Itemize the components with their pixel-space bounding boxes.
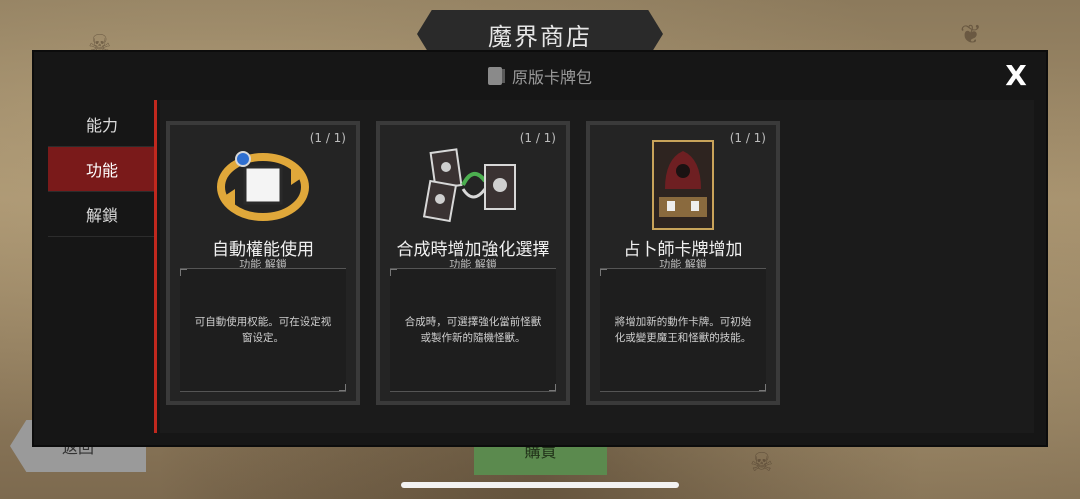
upgrade-card[interactable]: (1 / 1) 自動權能使用 功能 解鎖 可自動使用权能。可在设定视窗设定。 (166, 121, 360, 405)
card-pack-icon (487, 67, 505, 85)
close-button[interactable]: X (1002, 62, 1030, 90)
card-description: 將增加新的動作卡牌。可初始化或變更魔王和怪獸的技能。 (614, 316, 752, 344)
home-indicator[interactable] (401, 482, 679, 488)
card-description: 可自動使用权能。可在设定视窗设定。 (194, 316, 332, 344)
card-description-box: 將增加新的動作卡牌。可初始化或變更魔王和怪獸的技能。 (600, 268, 766, 392)
shop-title: 魔界商店 (417, 10, 663, 58)
card-grid: (1 / 1) 自動權能使用 功能 解鎖 可自動使用权能。可在设定视窗设定。 (… (160, 100, 1034, 433)
accent-divider (154, 100, 157, 433)
upgrade-card[interactable]: (1 / 1) 合成時增加強化選擇 功能 解鎖 合成時，可選擇強化當前怪獸或製作… (376, 121, 570, 405)
card-description-box: 可自動使用权能。可在设定视窗设定。 (180, 268, 346, 392)
bones-doodle-icon: ☠ (750, 448, 774, 478)
card-description-box: 合成時，可選擇強化當前怪獸或製作新的隨機怪獸。 (390, 268, 556, 392)
shop-panel: 原版卡牌包 X 能力 功能 解鎖 (1 / 1) 自動權能使用 功能 解鎖 可自… (34, 52, 1046, 445)
upgrade-card[interactable]: (1 / 1) 占卜師卡牌增加 功能 解鎖 將增加新的動作卡牌。可初始化或變更魔… (586, 121, 780, 405)
tab-ability[interactable]: 能力 (48, 102, 156, 147)
panel-header: 原版卡牌包 (34, 52, 1046, 100)
card-description: 合成時，可選擇強化當前怪獸或製作新的隨機怪獸。 (404, 316, 542, 344)
fortune-teller-icon (590, 140, 776, 230)
pack-title: 原版卡牌包 (511, 68, 592, 87)
tab-function[interactable]: 功能 (48, 147, 156, 192)
tab-unlock[interactable]: 解鎖 (48, 192, 156, 237)
swirl-doodle-icon: ❦ (960, 20, 982, 50)
merge-cards-icon (380, 143, 566, 227)
side-tab-list: 能力 功能 解鎖 (48, 102, 156, 237)
auto-power-icon (170, 143, 356, 227)
